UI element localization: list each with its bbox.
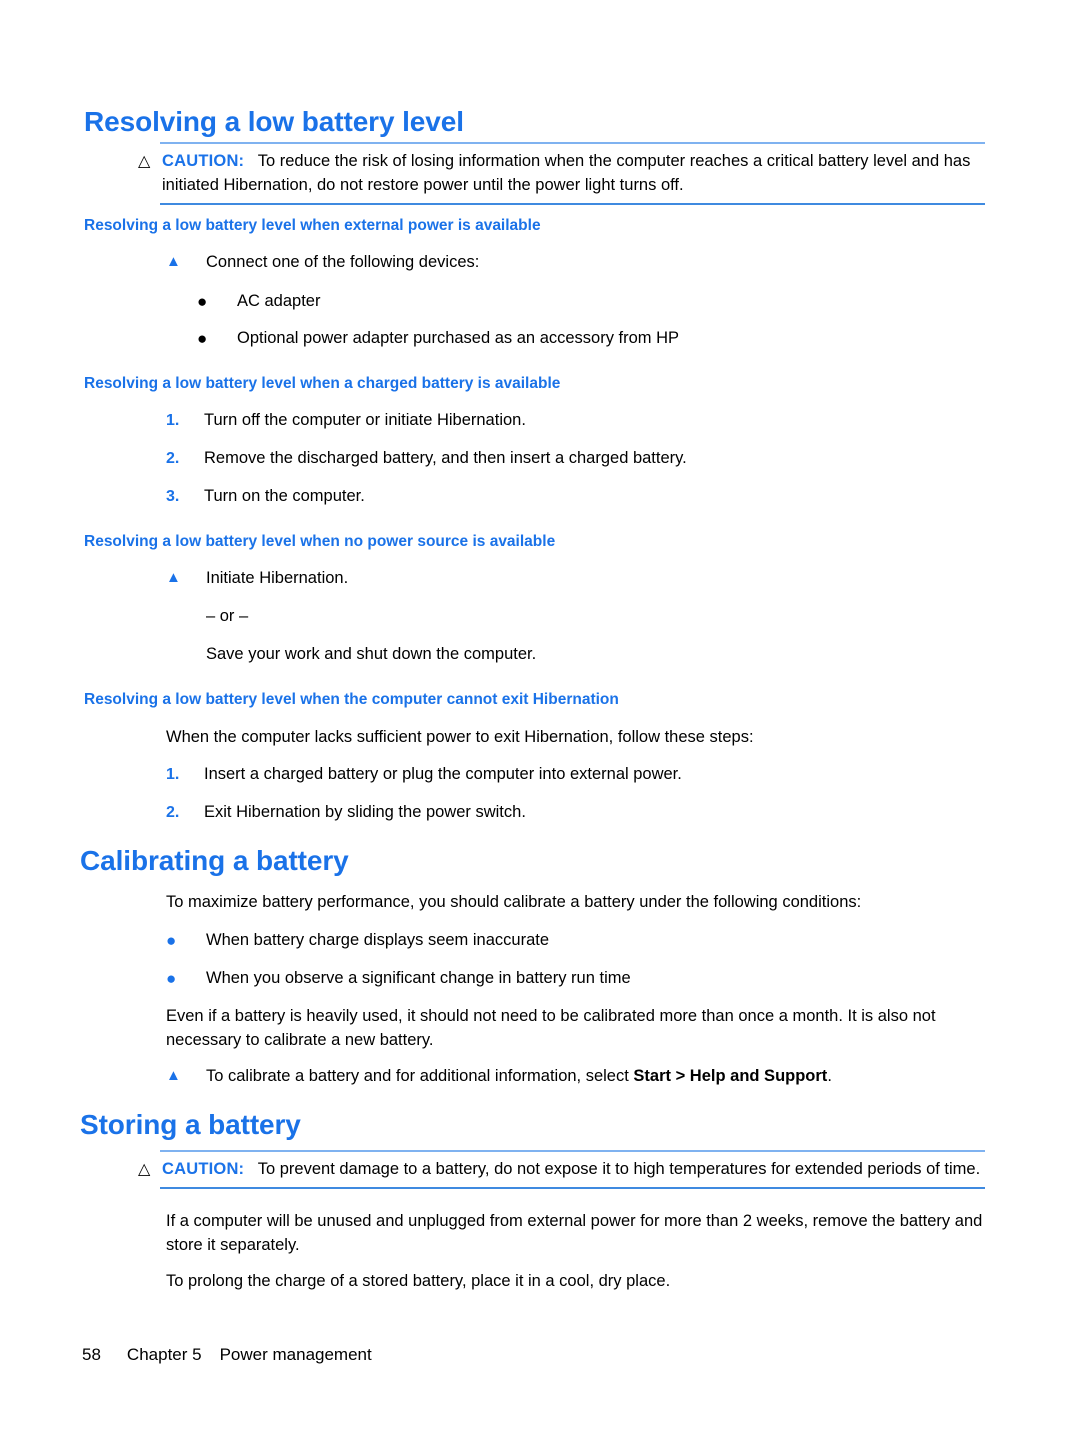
arrow-triangle-icon: ▲ bbox=[166, 1067, 181, 1084]
list-item-label: Turn off the computer or initiate Hibern… bbox=[204, 411, 526, 429]
list-number: 1. bbox=[166, 766, 180, 783]
list-item-label: Optional power adapter purchased as an a… bbox=[237, 329, 680, 347]
section-title-calibrating-a-battery: Calibrating a battery bbox=[80, 845, 349, 876]
footer-page-number: 58 bbox=[82, 1345, 101, 1364]
arrow-triangle-icon: ▲ bbox=[166, 253, 181, 270]
calibrating-intro-text: To maximize battery performance, you sho… bbox=[166, 893, 862, 911]
caution-text: To reduce the risk of losing information… bbox=[162, 152, 971, 194]
help-support-menu-path: Start > Help and Support bbox=[633, 1067, 828, 1085]
caution-admonition-top: △ CAUTION: To reduce the risk of losing … bbox=[138, 142, 985, 205]
list-item-label: AC adapter bbox=[237, 292, 321, 310]
list-item-ac-adapter: ● AC adapter bbox=[197, 290, 987, 314]
list-item-optional-power-adapter: ● Optional power adapter purchased as an… bbox=[197, 327, 987, 351]
arrow-triangle-icon: ▲ bbox=[166, 569, 181, 586]
heading-no-power-source-available: Resolving a low battery level when no po… bbox=[84, 533, 556, 550]
alternative-action-text: Save your work and shut down the compute… bbox=[206, 645, 537, 663]
section-title-storing-a-battery: Storing a battery bbox=[80, 1109, 301, 1140]
caution-label: CAUTION: bbox=[162, 152, 245, 170]
caution-text: To prevent damage to a battery, do not e… bbox=[257, 1160, 981, 1178]
ordered-list-item: 1. Insert a charged battery or plug the … bbox=[166, 763, 986, 787]
ordered-list-item: 2. Exit Hibernation by sliding the power… bbox=[166, 801, 986, 825]
arrow-list-item-label: Connect one of the following devices: bbox=[206, 253, 480, 271]
list-number: 1. bbox=[166, 412, 180, 429]
caution-admonition-storing: △ CAUTION: To prevent damage to a batter… bbox=[138, 1150, 985, 1189]
bullet-icon: ● bbox=[166, 931, 177, 950]
bullet-icon: ● bbox=[166, 969, 177, 988]
caution-triangle-icon: △ bbox=[138, 153, 151, 170]
list-item-label: Turn on the computer. bbox=[204, 487, 365, 505]
storing-paragraph-2: To prolong the charge of a stored batter… bbox=[166, 1272, 671, 1290]
list-item-label: Exit Hibernation by sliding the power sw… bbox=[204, 803, 526, 821]
list-item-label: When you observe a significant change in… bbox=[206, 969, 631, 987]
list-number: 2. bbox=[166, 450, 180, 467]
heading-charged-battery-available: Resolving a low battery level when a cha… bbox=[84, 375, 561, 392]
footer-chapter-title: Power management bbox=[219, 1345, 372, 1364]
arrow-list-item-label: To calibrate a battery and for additiona… bbox=[206, 1065, 991, 1089]
arrow-list-item-label: Initiate Hibernation. bbox=[206, 569, 349, 587]
list-item-label: Insert a charged battery or plug the com… bbox=[204, 765, 682, 783]
caution-triangle-icon: △ bbox=[138, 1161, 151, 1178]
or-separator: – or – bbox=[206, 607, 249, 625]
arrow-list-item-initiate-hibernation: ▲ Initiate Hibernation. bbox=[166, 567, 986, 591]
caution-label: CAUTION: bbox=[162, 1160, 245, 1178]
list-number: 2. bbox=[166, 804, 180, 821]
help-support-suffix: . bbox=[827, 1067, 832, 1085]
ordered-list-item: 2. Remove the discharged battery, and th… bbox=[166, 447, 986, 471]
arrow-list-item-connect-device: ▲ Connect one of the following devices: bbox=[166, 251, 986, 275]
list-number: 3. bbox=[166, 488, 180, 505]
list-item-label: When battery charge displays seem inaccu… bbox=[206, 931, 550, 949]
calibrating-frequency-paragraph: Even if a battery is heavily used, it sh… bbox=[166, 1007, 936, 1049]
page-title-resolving-low-battery-level: Resolving a low battery level bbox=[84, 106, 464, 137]
heading-external-power-available: Resolving a low battery level when exter… bbox=[84, 217, 541, 234]
ordered-list-item: 1. Turn off the computer or initiate Hib… bbox=[166, 409, 986, 433]
list-item-charge-displays-inaccurate: ● When battery charge displays seem inac… bbox=[166, 929, 986, 953]
heading-cannot-exit-hibernation: Resolving a low battery level when the c… bbox=[84, 691, 619, 708]
help-support-prefix: To calibrate a battery and for additiona… bbox=[206, 1067, 634, 1085]
page-footer: 58 Chapter 5 Power management bbox=[82, 1345, 782, 1365]
list-item-significant-change-run-time: ● When you observe a significant change … bbox=[166, 967, 986, 991]
document-page: Resolving a low battery level △ CAUTION:… bbox=[0, 0, 1080, 1437]
ordered-list-item: 3. Turn on the computer. bbox=[166, 485, 986, 509]
bullet-icon: ● bbox=[197, 329, 208, 348]
storing-paragraph-1: If a computer will be unused and unplugg… bbox=[166, 1212, 983, 1254]
cannot-exit-intro-text: When the computer lacks sufficient power… bbox=[166, 728, 754, 746]
bullet-icon: ● bbox=[197, 292, 208, 311]
arrow-list-item-help-and-support: ▲ To calibrate a battery and for additio… bbox=[166, 1065, 991, 1089]
footer-chapter-label: Chapter 5 bbox=[126, 1345, 202, 1364]
list-item-label: Remove the discharged battery, and then … bbox=[204, 449, 687, 467]
